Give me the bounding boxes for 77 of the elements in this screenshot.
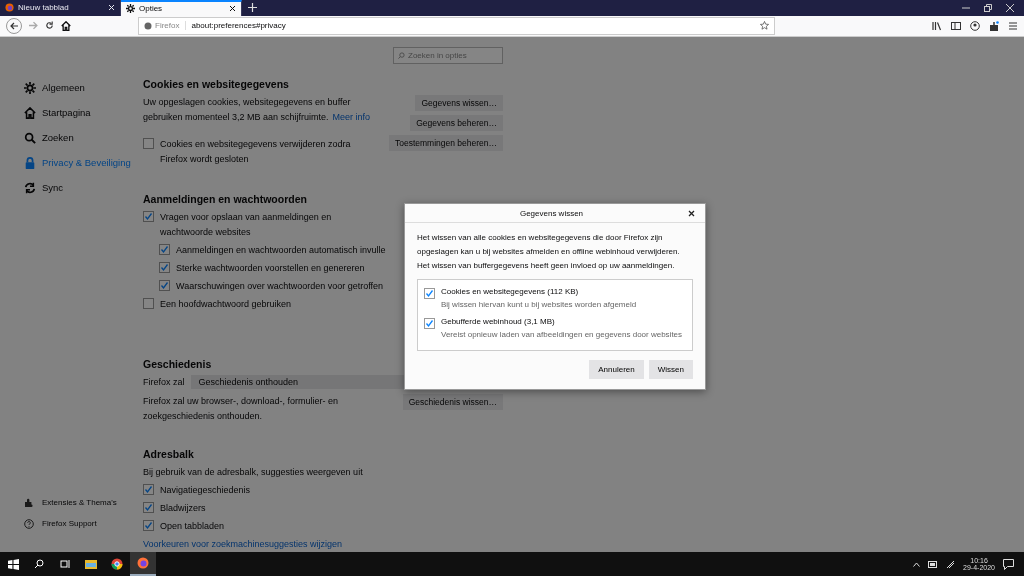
firefox-icon[interactable] xyxy=(130,552,156,576)
firefox-icon xyxy=(5,3,14,13)
battery-icon[interactable] xyxy=(928,560,939,568)
identity-label: Firefox xyxy=(144,21,187,31)
star-icon[interactable] xyxy=(760,21,769,31)
sidebar-item[interactable]: Sync xyxy=(24,175,143,200)
checkbox[interactable] xyxy=(159,262,170,273)
checkbox-label[interactable]: Aanmeldingen en wachtwoorden automatisch invulle xyxy=(176,243,386,258)
action-button[interactable]: Gegevens wissen… xyxy=(415,95,503,111)
checkbox[interactable] xyxy=(143,211,154,222)
checkbox-label[interactable]: Sterke wachtwoorden voorstellen en genereren xyxy=(176,261,365,276)
lock-icon xyxy=(24,156,36,169)
checkbox[interactable] xyxy=(159,244,170,255)
section-heading: Aanmeldingen en wachtwoorden xyxy=(143,193,308,205)
reload-icon[interactable] xyxy=(45,21,54,31)
sidebar-item[interactable]: Startpagina xyxy=(24,100,143,125)
storage-description: Uw opgeslagen cookies, websitegegevens en buffer gebruiken momenteel 3,2 MB aan schijfruimte. Meer info xyxy=(143,96,372,124)
checkbox-label[interactable]: Vragen voor opslaan van aanmeldingen en wachtwoorde websites xyxy=(160,210,380,240)
option-description: Vereist opnieuw laden van afbeeldingen en gegevens door websites xyxy=(441,330,683,339)
home-icon[interactable] xyxy=(61,20,71,31)
sidebar-icon[interactable] xyxy=(951,20,961,31)
gear-icon xyxy=(24,81,36,94)
section-heading: Cookies en websitegegevens xyxy=(143,78,290,90)
account-icon[interactable] xyxy=(970,20,980,31)
search-suggestions-link[interactable]: Voorkeuren voor zoekmachinesuggesties wijzigen xyxy=(143,539,343,549)
checkbox[interactable] xyxy=(143,520,154,531)
action-button[interactable]: Gegevens beheren… xyxy=(410,115,503,131)
chevron-icon[interactable] xyxy=(913,561,921,567)
action-button[interactable]: Toestemmingen beheren… xyxy=(388,135,503,151)
restore-icon[interactable] xyxy=(984,3,992,12)
section-heading: Adresbalk xyxy=(143,448,195,460)
sidebar-item[interactable]: Algemeen xyxy=(24,75,143,100)
checkbox[interactable] xyxy=(143,484,154,495)
sync-icon xyxy=(24,181,36,194)
more-info-link[interactable]: Meer info xyxy=(332,112,371,122)
dialog-button[interactable]: Wissen xyxy=(648,360,693,379)
checkbox[interactable] xyxy=(143,502,154,513)
checkbox[interactable] xyxy=(159,280,170,291)
option-description: Bij wissen hiervan kunt u bij websites worden afgemeld xyxy=(441,300,637,309)
search-icon xyxy=(24,131,36,144)
gear-icon xyxy=(126,4,135,14)
checkbox[interactable] xyxy=(143,298,154,309)
checkbox[interactable] xyxy=(424,288,435,299)
library-icon[interactable] xyxy=(932,20,942,31)
search-icon xyxy=(398,52,405,59)
select-label: Firefox zal xyxy=(143,377,185,387)
dialog-button[interactable]: Annuleren xyxy=(589,360,644,379)
plus-icon[interactable] xyxy=(248,3,257,13)
checkbox-label[interactable]: Cookies en websitegegevens (112 KB) xyxy=(441,287,637,296)
home-icon xyxy=(24,106,36,119)
checkbox-label[interactable]: Open tabbladen xyxy=(160,519,225,534)
sidebar-item[interactable]: Zoeken xyxy=(24,125,143,150)
close-icon[interactable] xyxy=(229,5,236,13)
dialog-message: Het wissen van alle cookies en websitegegevens die door Firefox zijn opgeslagen kan u bij websites afmelden en offline webinhoud verwijderen. Het wissen van buffergegevens heeft geen invloed op uw aanmeldingen. xyxy=(417,232,681,272)
checkbox-label[interactable]: Bladwijzers xyxy=(160,501,206,516)
browser-tab[interactable]: Opties xyxy=(121,0,242,16)
notification-icon[interactable] xyxy=(1003,558,1014,570)
clear-history-button[interactable]: Geschiedenis wissen… xyxy=(402,394,503,410)
close-icon[interactable] xyxy=(688,209,695,217)
checkbox[interactable] xyxy=(424,318,435,329)
sidebar-link[interactable]: Extensies & Thema's xyxy=(24,492,143,513)
dialog-title: Gegevens wissen xyxy=(518,208,585,218)
checkbox-label[interactable]: Gebufferde webinhoud (3,1 MB) xyxy=(441,317,683,326)
checkbox-label[interactable]: Waarschuwingen over wachtwoorden voor getroffen xyxy=(176,279,384,294)
section-heading: Geschiedenis xyxy=(143,358,213,370)
checkbox[interactable] xyxy=(143,138,154,149)
address-field[interactable]: Firefox about:preferences#privacy xyxy=(138,16,775,35)
menu-icon[interactable] xyxy=(1008,20,1018,31)
sidebar-link[interactable]: Firefox Support xyxy=(24,513,143,534)
back-arrow-icon xyxy=(10,21,18,30)
checkbox-label[interactable]: Navigatiegeschiedenis xyxy=(160,483,251,498)
checkbox-label[interactable]: Cookies en websitegegevens verwijderen zodra Firefox wordt gesloten xyxy=(160,137,379,167)
section-description: Bij gebruik van de adresbalk, suggesties weergeven uit xyxy=(143,466,364,479)
help-icon xyxy=(24,518,34,529)
circle-icon xyxy=(144,21,152,30)
checkbox-label[interactable]: Een hoofdwachtwoord gebruiken xyxy=(160,297,380,312)
history-description: Firefox zal uw browser-, download-, formulier- en zoekgeschiedenis onthouden. xyxy=(143,395,340,423)
